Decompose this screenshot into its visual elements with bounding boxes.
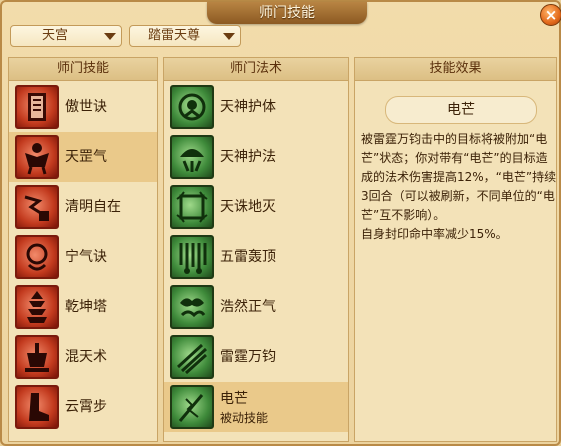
window-title: 师门技能 bbox=[207, 2, 367, 24]
spells-panel: 师门法术 天神护体 天神护法 天诛地灭 五雷轰顶 浩然正气 雷霆万钧 电芒 被动… bbox=[163, 57, 349, 442]
skill-item-label: 天罡气 bbox=[65, 149, 107, 165]
spell-item-label: 雷霆万钧 bbox=[220, 349, 276, 365]
skill-item-label: 云霄步 bbox=[65, 399, 107, 415]
skills-panel: 师门技能 傲世诀 天罡气 清明自在 宁气诀 乾坤塔 混天术 云霄步 bbox=[8, 57, 158, 442]
skill-item-label: 傲世诀 bbox=[65, 99, 107, 115]
spell-item-haoranzhengqi[interactable]: 浩然正气 bbox=[164, 282, 348, 332]
lightning-icon bbox=[15, 185, 59, 229]
effect-panel: 技能效果 电芒 被雷霆万钧击中的目标将被附加“电芒”状态；你对带有“电芒”的目标… bbox=[354, 57, 557, 442]
guardian-icon bbox=[170, 85, 214, 129]
skill-item-huntianshu[interactable]: 混天术 bbox=[9, 332, 157, 382]
skill-window: 师门技能 × 天宫 踏雷天尊 师门技能 傲世诀 天罡气 清明自在 宁气诀 乾坤塔… bbox=[0, 0, 561, 446]
spell-item-tianshenhuti[interactable]: 天神护体 bbox=[164, 82, 348, 132]
shield-icon bbox=[170, 135, 214, 179]
warrior-icon bbox=[15, 135, 59, 179]
skill-item-qiankunta[interactable]: 乾坤塔 bbox=[9, 282, 157, 332]
skill-item-aoshijue[interactable]: 傲世诀 bbox=[9, 82, 157, 132]
spell-item-leitingwanjun[interactable]: 雷霆万钧 bbox=[164, 332, 348, 382]
spell-item-tianzhudimie[interactable]: 天诛地灭 bbox=[164, 182, 348, 232]
spell-item-label: 天神护法 bbox=[220, 149, 276, 165]
spell-item-label: 五雷轰顶 bbox=[220, 249, 276, 265]
claw-icon bbox=[170, 335, 214, 379]
sect-dropdown-label: 天宫 bbox=[41, 28, 68, 43]
orb-icon bbox=[15, 235, 59, 279]
close-icon[interactable]: × bbox=[540, 4, 561, 26]
skills-panel-header: 师门技能 bbox=[9, 58, 157, 81]
cauldron-icon bbox=[15, 335, 59, 379]
pagoda-icon bbox=[15, 285, 59, 329]
cloud-icon bbox=[170, 285, 214, 329]
spells-panel-header: 师门法术 bbox=[164, 58, 348, 81]
skill-item-ningqijue[interactable]: 宁气诀 bbox=[9, 232, 157, 282]
skill-item-label: 清明自在 bbox=[65, 199, 121, 215]
spell-item-label: 天神护体 bbox=[220, 99, 276, 115]
lightning-sword-icon bbox=[170, 385, 214, 429]
spell-item-wuleihongding[interactable]: 五雷轰顶 bbox=[164, 232, 348, 282]
skill-item-qingmingzizai[interactable]: 清明自在 bbox=[9, 182, 157, 232]
effect-panel-header: 技能效果 bbox=[355, 58, 556, 81]
boot-icon bbox=[15, 385, 59, 429]
spell-item-label: 浩然正气 bbox=[220, 299, 276, 315]
master-dropdown[interactable]: 踏雷天尊 bbox=[129, 25, 241, 47]
skill-item-label: 宁气诀 bbox=[65, 249, 107, 265]
spell-item-sublabel: 被动技能 bbox=[220, 411, 269, 425]
master-dropdown-label: 踏雷天尊 bbox=[147, 28, 200, 43]
frame-icon bbox=[170, 185, 214, 229]
chevron-down-icon bbox=[223, 33, 235, 40]
spell-item-label: 电芒 bbox=[220, 391, 248, 407]
spell-item-label: 天诛地灭 bbox=[220, 199, 276, 215]
effect-description: 被雷霆万钧击中的目标将被附加“电芒”状态；你对带有“电芒”的目标造成的法术伤害提… bbox=[361, 132, 557, 241]
spell-item-tianshenhufa[interactable]: 天神护法 bbox=[164, 132, 348, 182]
thunder-icon bbox=[170, 235, 214, 279]
chevron-down-icon bbox=[104, 33, 116, 40]
effect-skill-name: 电芒 bbox=[385, 96, 537, 124]
skill-item-label: 混天术 bbox=[65, 349, 107, 365]
scroll-icon bbox=[15, 85, 59, 129]
skill-item-tiangangqi[interactable]: 天罡气 bbox=[9, 132, 157, 182]
skill-item-yunxiaobu[interactable]: 云霄步 bbox=[9, 382, 157, 432]
sect-dropdown[interactable]: 天宫 bbox=[10, 25, 122, 47]
spell-item-dianmang[interactable]: 电芒 被动技能 bbox=[164, 382, 348, 432]
skill-item-label: 乾坤塔 bbox=[65, 299, 107, 315]
